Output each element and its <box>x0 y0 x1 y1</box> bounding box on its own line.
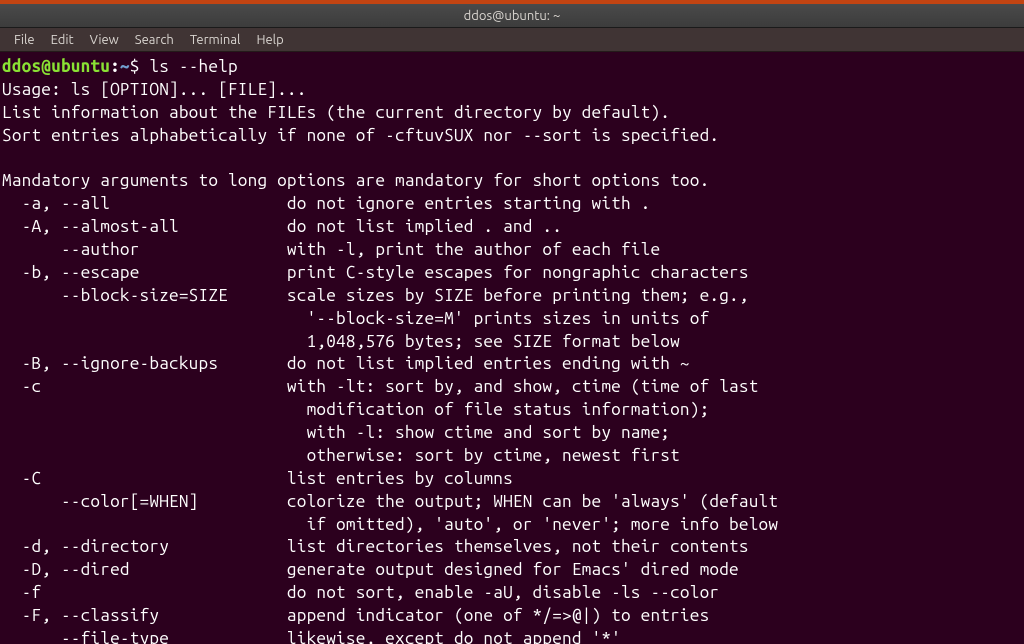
output-line: 1,048,576 bytes; see SIZE format below <box>2 331 1022 354</box>
output-line: --file-type likewise, except do not appe… <box>2 628 1022 644</box>
output-line: --author with -l, print the author of ea… <box>2 239 1022 262</box>
menu-help[interactable]: Help <box>248 31 291 49</box>
output-line <box>2 148 1022 171</box>
output-line: -A, --almost-all do not list implied . a… <box>2 216 1022 239</box>
output-line: -B, --ignore-backups do not list implied… <box>2 353 1022 376</box>
menu-edit[interactable]: Edit <box>43 31 82 49</box>
output-line: List information about the FILEs (the cu… <box>2 102 1022 125</box>
output-line: Mandatory arguments to long options are … <box>2 170 1022 193</box>
output-line: -a, --all do not ignore entries starting… <box>2 193 1022 216</box>
prompt-user-host: ddos@ubuntu <box>2 57 110 76</box>
menu-file[interactable]: File <box>6 31 43 49</box>
output-line: Sort entries alphabetically if none of -… <box>2 125 1022 148</box>
terminal-area[interactable]: ddos@ubuntu:~$ ls --helpUsage: ls [OPTIO… <box>0 52 1024 644</box>
output-line: -c with -lt: sort by, and show, ctime (t… <box>2 376 1022 399</box>
prompt-line: ddos@ubuntu:~$ ls --help <box>2 56 1022 79</box>
menu-terminal[interactable]: Terminal <box>182 31 249 49</box>
output-line: with -l: show ctime and sort by name; <box>2 422 1022 445</box>
command-text: ls --help <box>149 57 237 76</box>
prompt-separator: : <box>110 57 120 76</box>
output-line: modification of file status information)… <box>2 399 1022 422</box>
output-line: -b, --escape print C-style escapes for n… <box>2 262 1022 285</box>
output-line: -f do not sort, enable -aU, disable -ls … <box>2 582 1022 605</box>
output-line: --block-size=SIZE scale sizes by SIZE be… <box>2 285 1022 308</box>
output-line: otherwise: sort by ctime, newest first <box>2 445 1022 468</box>
output-line: -C list entries by columns <box>2 468 1022 491</box>
output-line: --color[=WHEN] colorize the output; WHEN… <box>2 491 1022 514</box>
output-line: '--block-size=M' prints sizes in units o… <box>2 308 1022 331</box>
output-line: -F, --classify append indicator (one of … <box>2 605 1022 628</box>
prompt-path: ~ <box>120 57 130 76</box>
menu-view[interactable]: View <box>82 31 127 49</box>
output-line: -d, --directory list directories themsel… <box>2 536 1022 559</box>
menubar: File Edit View Search Terminal Help <box>0 28 1024 52</box>
menu-search[interactable]: Search <box>127 31 182 49</box>
window-title: ddos@ubuntu: ~ <box>464 9 561 23</box>
prompt-dollar: $ <box>130 57 150 76</box>
output-line: if omitted), 'auto', or 'never'; more in… <box>2 514 1022 537</box>
window-titlebar[interactable]: ddos@ubuntu: ~ <box>0 4 1024 28</box>
output-line: Usage: ls [OPTION]... [FILE]... <box>2 79 1022 102</box>
output-line: -D, --dired generate output designed for… <box>2 559 1022 582</box>
